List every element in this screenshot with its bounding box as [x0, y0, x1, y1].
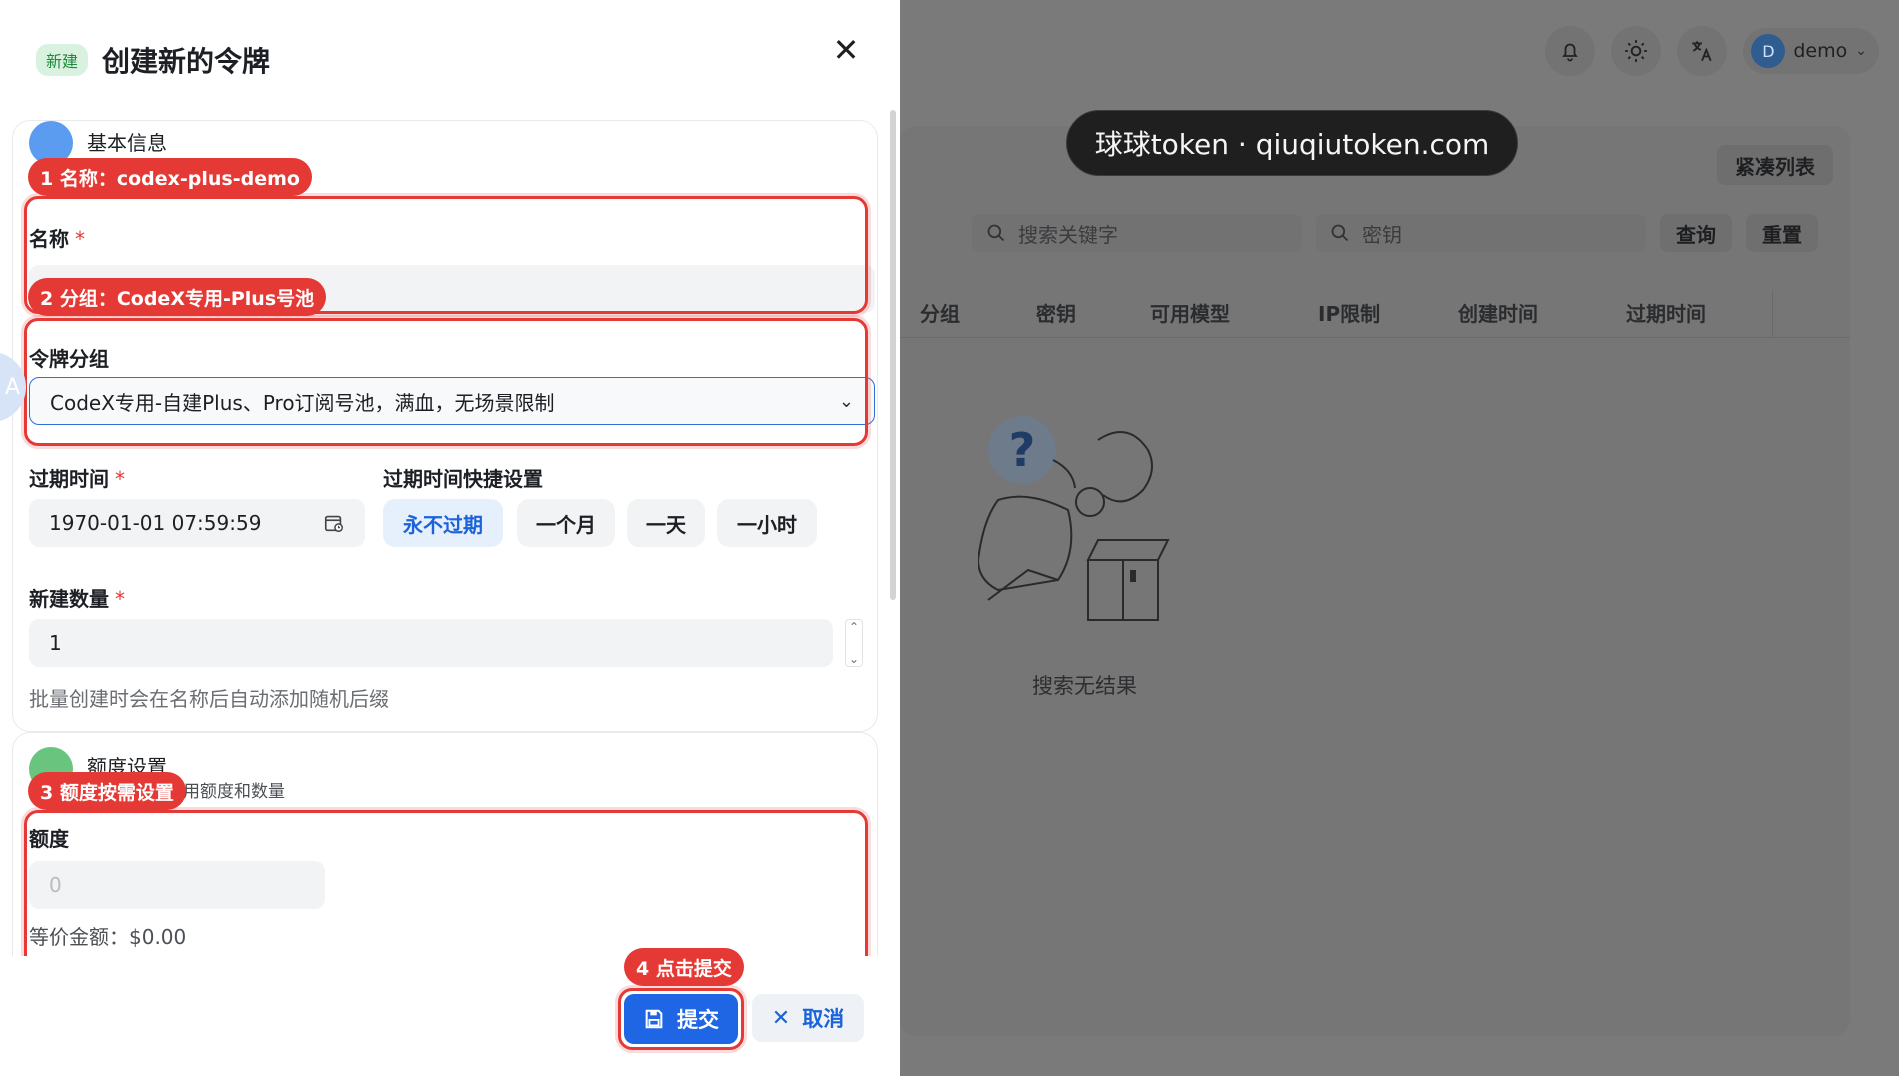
close-icon: ✕	[771, 1005, 791, 1031]
cancel-button[interactable]: ✕ 取消	[752, 994, 864, 1042]
svg-text:?: ?	[1009, 423, 1036, 477]
annotation-step-4: 4 点击提交	[624, 948, 744, 986]
create-token-drawer: 新建 创建新的令牌 ✕ 基本信息 名称 * 令牌分组 CodeX专用-自建Plus…	[0, 0, 900, 1076]
sun-icon	[1625, 40, 1648, 62]
language-button[interactable]	[1677, 26, 1728, 76]
one-month-button[interactable]: 一个月	[517, 499, 615, 547]
annotation-box-group	[24, 318, 868, 446]
user-menu[interactable]: D demo ⌄	[1743, 28, 1879, 74]
annotation-step-2: 2 分组：CodeX专用-Plus号池	[28, 278, 327, 316]
query-button[interactable]: 查询	[1660, 214, 1732, 252]
required-mark: *	[115, 587, 125, 611]
keyword-search-placeholder: 搜索关键字	[1018, 222, 1118, 247]
new-tag: 新建	[36, 44, 89, 76]
empty-result-illustration: ?	[978, 416, 1170, 621]
chevron-up-icon[interactable]: ⌃	[849, 620, 859, 634]
reset-button[interactable]: 重置	[1746, 214, 1818, 252]
search-icon	[1331, 224, 1349, 242]
count-hint: 批量创建时会在名称后自动添加随机后缀	[29, 687, 389, 711]
drawer-body[interactable]: 基本信息 名称 * 令牌分组 CodeX专用-自建Plus、Pro订阅号池，满血，…	[0, 108, 900, 956]
translate-icon	[1692, 41, 1712, 62]
section-subtitle: 用额度和数量	[183, 782, 285, 802]
translate-icon: A	[4, 374, 20, 400]
drawer-title: 创建新的令牌	[102, 45, 271, 78]
submit-button[interactable]: 提交	[624, 994, 738, 1044]
column-header: 分组	[920, 302, 960, 326]
column-header: IP限制	[1318, 302, 1381, 326]
chevron-down-icon[interactable]: ⌄	[849, 652, 859, 666]
column-divider	[1772, 290, 1773, 338]
annotation-step-3: 3 额度按需设置	[28, 772, 186, 810]
one-hour-button[interactable]: 一小时	[717, 499, 817, 547]
search-row: 搜索关键字 密钥 查询 重置	[972, 214, 1818, 252]
annotation-step-1: 1 名称：codex-plus-demo	[28, 158, 312, 196]
key-search-input[interactable]: 密钥	[1316, 214, 1646, 252]
empty-result-text: 搜索无结果	[1032, 674, 1137, 698]
expire-label: 过期时间 *	[29, 463, 125, 492]
topbar-actions: D demo ⌄	[1545, 26, 1879, 76]
close-icon[interactable]: ✕	[830, 34, 862, 66]
theme-toggle-button[interactable]	[1611, 26, 1662, 76]
expire-label-text: 过期时间	[29, 467, 109, 491]
column-header: 可用模型	[1150, 302, 1230, 326]
count-input[interactable]: 1	[29, 619, 833, 667]
count-label: 新建数量 *	[29, 583, 125, 612]
compact-list-button[interactable]: 紧凑列表	[1717, 145, 1833, 185]
cancel-label: 取消	[802, 1007, 845, 1031]
save-icon	[645, 1009, 663, 1029]
table-header: 分组 密钥 可用模型 IP限制 创建时间 过期时间	[900, 290, 1850, 338]
quick-expire-label: 过期时间快捷设置	[383, 467, 543, 491]
drawer-header: 新建 创建新的令牌	[36, 40, 270, 80]
watermark-banner: 球球token · qiuqiutoken.com	[1066, 110, 1518, 176]
notification-button[interactable]	[1545, 26, 1596, 76]
column-header: 密钥	[1036, 302, 1076, 326]
bell-icon	[1562, 43, 1579, 62]
count-stepper[interactable]: ⌃ ⌄	[845, 619, 863, 667]
expire-datetime-input[interactable]: 1970-01-01 07:59:59	[29, 499, 365, 547]
required-mark: *	[115, 467, 125, 491]
submit-label: 提交	[677, 1008, 719, 1032]
count-label-text: 新建数量	[29, 587, 109, 611]
section-title: 基本信息	[87, 131, 167, 155]
annotation-box-quota	[24, 810, 868, 956]
column-header: 创建时间	[1458, 302, 1538, 326]
one-day-button[interactable]: 一天	[627, 499, 705, 547]
search-icon	[987, 224, 1005, 242]
keyword-search-input[interactable]: 搜索关键字	[972, 214, 1302, 252]
expire-value: 1970-01-01 07:59:59	[49, 511, 262, 535]
avatar: D	[1751, 34, 1786, 68]
calendar-icon	[324, 515, 343, 532]
key-search-placeholder: 密钥	[1362, 222, 1402, 247]
column-header: 过期时间	[1626, 302, 1706, 326]
drawer-scrollbar[interactable]	[890, 110, 896, 600]
user-name: demo	[1793, 40, 1848, 62]
never-expire-button[interactable]: 永不过期	[383, 499, 503, 547]
chevron-down-icon: ⌄	[1855, 43, 1867, 59]
